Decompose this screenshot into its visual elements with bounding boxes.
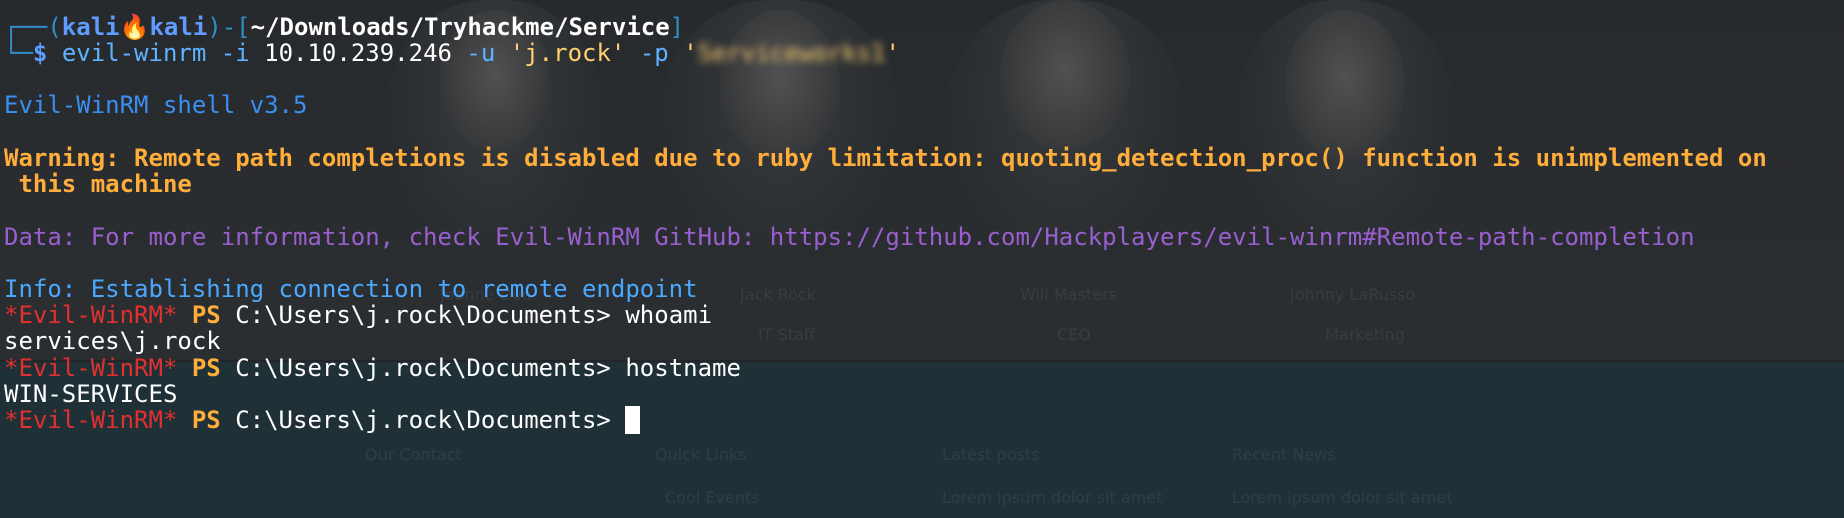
prompt-mid: )-[: [207, 13, 251, 41]
evil-tag: *Evil-WinRM*: [4, 406, 178, 434]
prompt-open: ┌──(: [4, 13, 62, 41]
prompt-close: ]: [669, 13, 685, 41]
prompt-dollar: $: [32, 39, 48, 67]
command-flag-p: -p: [639, 39, 669, 67]
banner-line: Evil-WinRM shell v3.5: [4, 91, 308, 119]
prompt-host: kali: [149, 13, 208, 41]
ps-prompt-3[interactable]: *Evil-WinRM* PS C:\Users\j.rock\Document…: [4, 405, 641, 436]
command-flag-i: -i: [220, 39, 250, 67]
cwd: C:\Users\j.rock\Documents>: [235, 301, 611, 329]
prompt-path: ~/Downloads/Tryhackme/Service: [250, 13, 670, 41]
command-quote-close: ': [885, 39, 900, 67]
ps-tag: PS: [191, 301, 221, 329]
command-line: └─$ evil-winrm -i 10.10.239.246 -u 'j.ro…: [4, 38, 900, 69]
command-flag-u: -u: [466, 39, 496, 67]
prompt-user: kali: [61, 13, 120, 41]
command-ip: 10.10.239.246: [264, 39, 452, 67]
command-program: evil-winrm: [61, 39, 207, 67]
data-line: Data: For more information, check Evil-W…: [4, 223, 1695, 251]
text-cursor[interactable]: [625, 406, 641, 434]
cwd: C:\Users\j.rock\Documents>: [235, 354, 611, 382]
evil-tag: *Evil-WinRM*: [4, 301, 178, 329]
evil-tag: *Evil-WinRM*: [4, 354, 178, 382]
terminal-window[interactable]: ┌──(kali🔥kali)-[~/Downloads/Tryhackme/Se…: [0, 0, 1844, 518]
command-quote-open: ': [683, 39, 698, 67]
ps-tag: PS: [191, 406, 221, 434]
flame-icon: 🔥: [119, 13, 150, 41]
cmd-whoami: whoami: [625, 301, 713, 329]
command-user: 'j.rock': [509, 39, 626, 67]
warning-line-1: Warning: Remote path completions is disa…: [4, 144, 1767, 172]
warning-line-2: this machine: [4, 170, 192, 198]
cmd-hostname: hostname: [625, 354, 741, 382]
ps-tag: PS: [191, 354, 221, 382]
cwd: C:\Users\j.rock\Documents>: [235, 406, 611, 434]
command-password-redacted: Serviceworks1: [697, 39, 886, 67]
prompt-corner: └─: [4, 39, 33, 67]
